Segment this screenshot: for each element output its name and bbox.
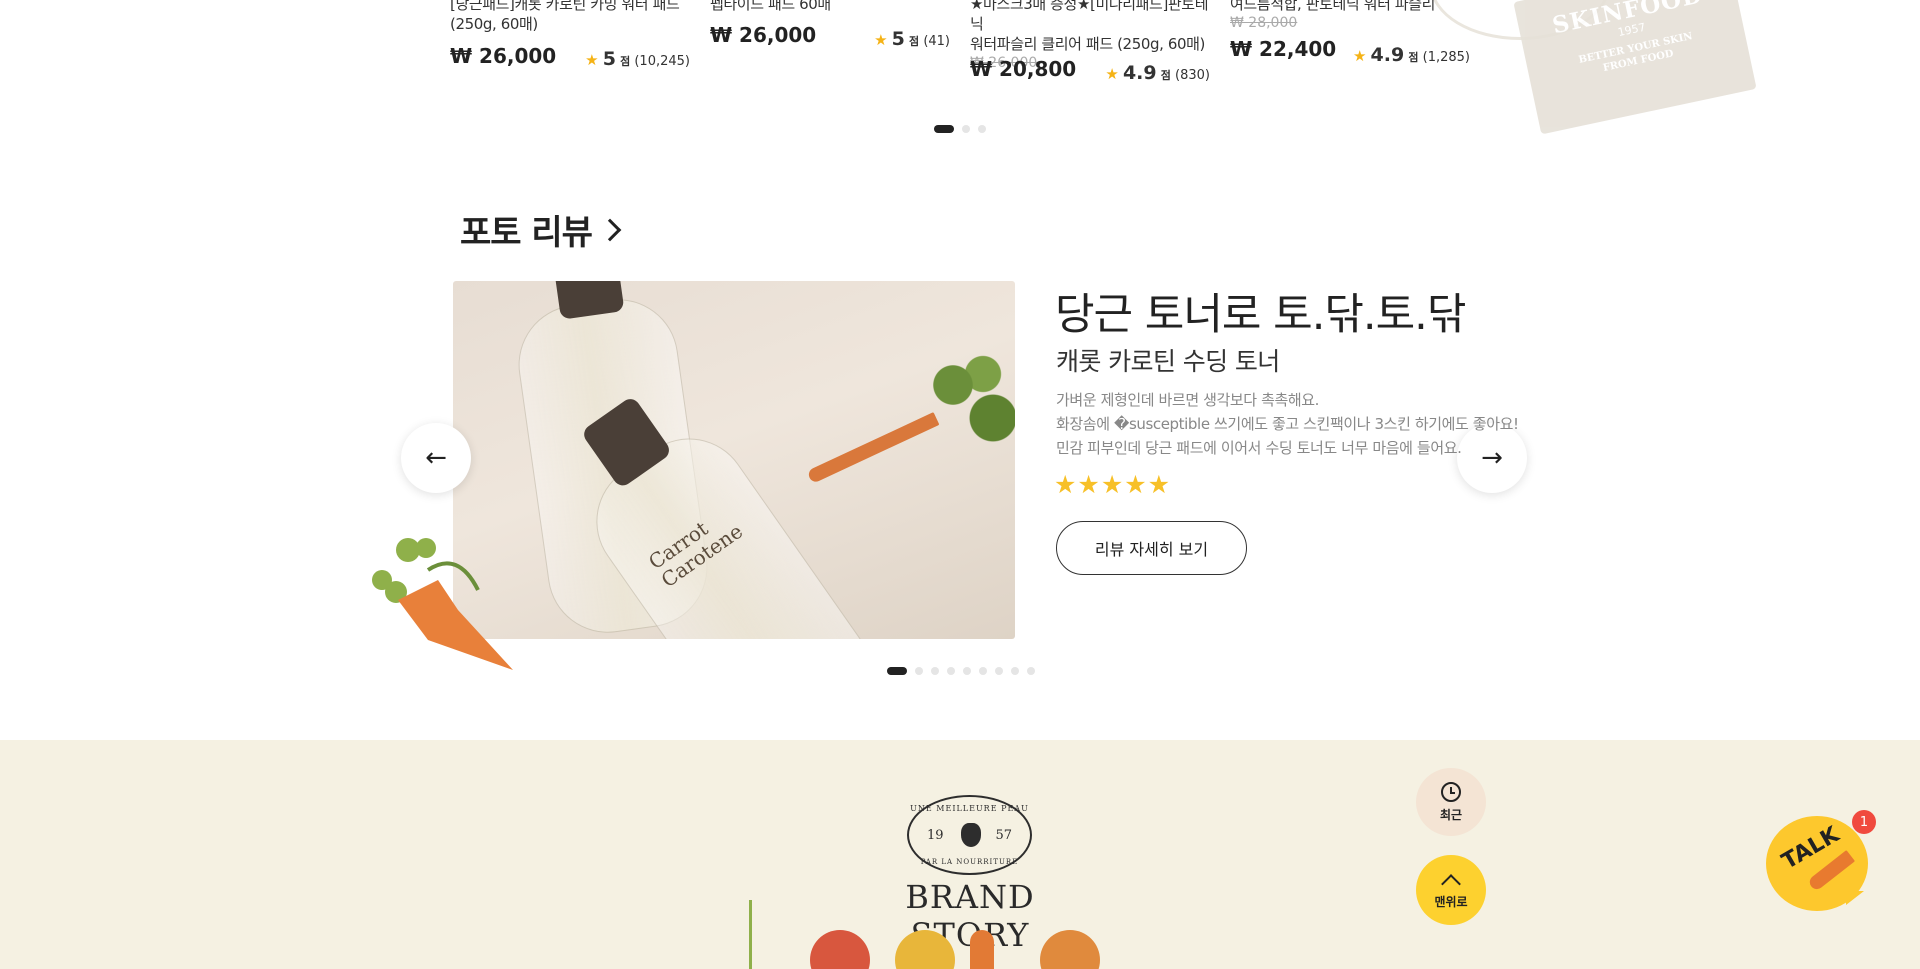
product-rating: ★ 5 점 (10,245) [585,48,690,70]
product-card[interactable]: 펩타이드 패드 60매 ₩ 26,000 ★ 5 점 (41) [710,0,950,100]
product-name[interactable]: ★마스크3매 증정★[미나리패드]판토테닉 [970,0,1210,34]
pagination-dot[interactable] [1011,667,1019,675]
pagination-dot-active[interactable] [887,667,907,675]
chevron-right-icon [598,218,622,241]
pagination-dot[interactable] [962,125,970,133]
review-star-rating: ★★★★★ [1054,470,1172,499]
product-name[interactable]: 펩타이드 패드 60매 [710,0,950,14]
rating-unit: 점 [909,35,920,48]
pagination-dot[interactable] [931,667,939,675]
rating-score: 4.9 [1370,44,1405,66]
pagination-dot[interactable] [979,667,987,675]
pagination-dot[interactable] [978,125,986,133]
review-count: (41) [923,34,950,49]
review-body: 가벼운 제형인데 바르면 생각보다 촉촉해요. 화장솜에 �susceptibl… [1056,388,1519,460]
photo-review-title: 포토 리뷰 [460,213,593,253]
product-price: ₩ 26,000 [450,44,557,68]
product-name[interactable]: [당근패드]캐롯 카로틴 카밍 워터 패드 [450,0,690,14]
product-price: ₩ 20,800 [970,57,1077,81]
product-rating: ★ 5 점 (41) [874,28,950,50]
rating-unit: 점 [620,55,631,68]
talk-chat-button[interactable]: TALK 1 [1766,810,1876,911]
photo-review-heading[interactable]: 포토 리뷰 [460,205,622,254]
cherub-icon [961,823,981,847]
pagination-dot[interactable] [915,667,923,675]
review-body-line: 민감 피부인데 당근 패드에 이어서 수딩 토너도 너무 마음에 들어요. [1056,439,1462,457]
review-headline: 당근 토너로 토.닦.토.닦 [1055,290,1466,340]
recent-label: 최근 [1439,807,1463,822]
product-slider-pagination [934,125,986,133]
star-icon: ★ [585,51,599,69]
rating-unit: 점 [1160,69,1171,82]
skinfood-stamp: SKINFOOD 1957 BETTER YOUR SKIN FROM FOOD [1513,0,1757,135]
pagination-dot-active[interactable] [934,125,954,133]
talk-bubble-tail [1846,891,1864,905]
product-name-sub: 워터파슬리 클리어 패드 (250g, 60매) [970,35,1205,53]
product-name-sub: (250g, 60매) [450,15,538,33]
clock-icon [1441,781,1461,802]
review-count: (830) [1175,68,1210,83]
product-rating: ★ 4.9 점 (1,285) [1353,44,1470,66]
review-body-line: 화장솜에 �susceptible 쓰기에도 좋고 스킨팩이나 3스킨 하기에도… [1056,415,1519,433]
product-card[interactable]: [당근패드]캐롯 카로틴 카밍 워터 패드 (250g, 60매) ₩ 26,0… [450,0,690,100]
original-price: ₩ 28,000 [1230,15,1298,31]
review-count: (10,245) [634,54,690,69]
arrow-left-icon: ← [425,443,447,473]
rating-score: 5 [891,28,905,50]
carrot-image [806,412,940,484]
review-body-line: 가벼운 제형인데 바르면 생각보다 촉촉해요. [1056,391,1320,409]
product-card[interactable]: 여드름적합, 판토테닉 워터 파슬리 ₩ 28,000 ₩ 22,400 ★ 4… [1230,0,1470,100]
star-icon: ★ [1105,65,1119,83]
product-card[interactable]: ★마스크3매 증정★[미나리패드]판토테닉 워터파슬리 클리어 패드 (250g… [970,0,1210,100]
product-price: ₩ 26,000 [710,23,817,47]
pagination-dot[interactable] [995,667,1003,675]
herb-illustration [730,900,770,969]
torn-paper-edge [0,728,1920,746]
review-slider-pagination [887,667,1035,675]
emblem-top-text: UNE MEILLEURE PEAU [910,804,1029,813]
chevron-up-icon [1441,873,1461,894]
review-detail-button[interactable]: 리뷰 자세히 보기 [1056,521,1247,575]
carrot-illustration [372,538,513,670]
product-rating: ★ 4.9 점 (830) [1105,62,1210,84]
product-list-section: [당근패드]캐롯 카로틴 카밍 워터 패드 (250g, 60매) ₩ 26,0… [0,0,1920,140]
emblem-year-left: 19 [927,828,944,843]
rating-score: 4.9 [1122,62,1157,84]
review-product-name: 캐롯 카로틴 수딩 토너 [1056,347,1280,376]
scroll-top-label: 맨위로 [1434,894,1468,909]
carrot-leaves-image [923,341,1015,451]
review-photo[interactable]: Carrot Carotene [453,281,1015,639]
review-count: (1,285) [1422,50,1470,65]
star-icon: ★ [874,31,888,49]
product-price: ₩ 22,400 [1230,37,1337,61]
brand-emblem: UNE MEILLEURE PEAU 19 57 PAR LA NOURRITU… [907,795,1032,875]
rating-score: 5 [602,48,616,70]
pagination-dot[interactable] [963,667,971,675]
carrot-illustration [970,930,994,969]
emblem-bottom-text: PAR LA NOURRITURE [920,858,1019,866]
bottle-cap [551,281,625,320]
emblem-year-right: 57 [995,828,1012,843]
pagination-dot[interactable] [947,667,955,675]
rating-unit: 점 [1408,51,1419,64]
recent-view-button[interactable]: 최근 [1416,768,1486,836]
notification-badge: 1 [1852,810,1876,834]
scroll-top-button[interactable]: 맨위로 [1416,855,1486,925]
review-prev-button[interactable]: ← [401,423,471,493]
pagination-dot[interactable] [1027,667,1035,675]
star-icon: ★ [1352,47,1367,65]
bottle-label: Carrot Carotene [644,502,747,592]
